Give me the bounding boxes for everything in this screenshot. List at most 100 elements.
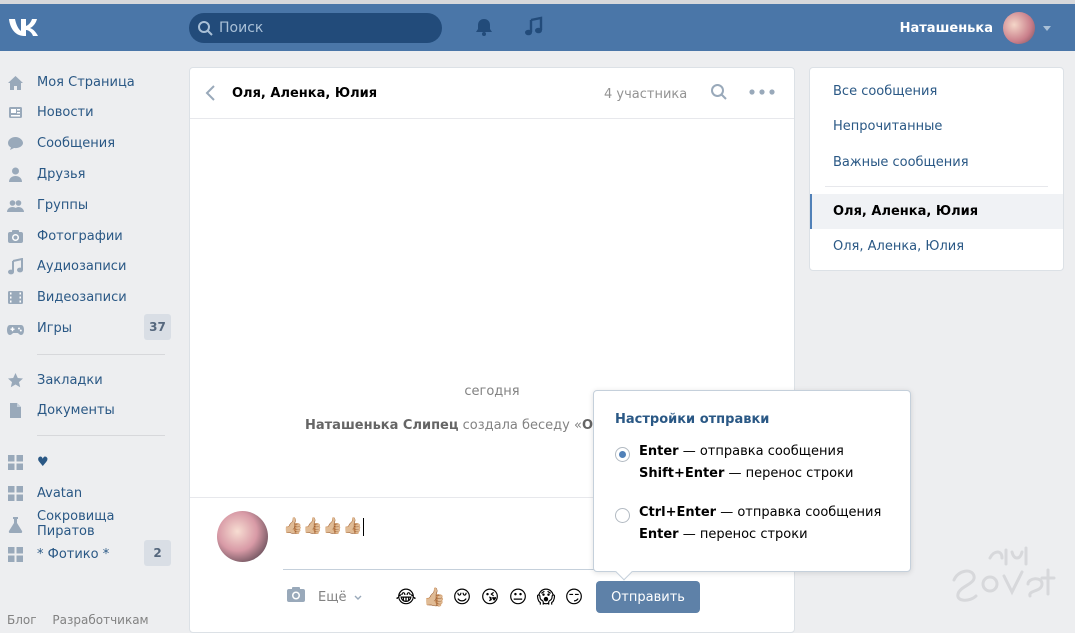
camera-icon[interactable] [286,586,306,603]
sidebar-item-12[interactable]: Avatan [0,478,175,508]
system-message-author[interactable]: Наташенька Слипец [305,418,459,433]
system-message: Наташенька Слипец создала беседу «Оля, А… [305,418,640,433]
sidebar-item-label: Документы [37,402,115,418]
emoji-button[interactable]: 😐 [507,587,529,609]
groups-icon [7,199,24,212]
option-key: Enter [639,444,679,459]
star-icon [8,372,23,387]
filter-unread[interactable]: Непрочитанные [810,109,1063,144]
sidebar-item-9[interactable]: Закладки [0,365,175,395]
system-message-text: создала беседу « [458,418,582,433]
filter-important[interactable]: Важные сообщения [810,145,1063,180]
watermark-logo [952,546,1056,602]
user-name: Наташенька [899,20,993,36]
avatar[interactable] [217,511,268,562]
sidebar-item-7[interactable]: Видеозаписи [0,282,175,312]
sidebar-item-10[interactable]: Документы [0,395,175,425]
count-badge: 37 [144,314,171,340]
members-count[interactable]: 4 участника [604,87,687,102]
camera-icon [8,229,23,243]
sidebar-item-label: Новости [37,104,94,120]
sidebar-item-8[interactable]: Игры 37 [0,313,175,343]
sidebar-item-label: Сокровища Пиратов [37,509,115,539]
more-attachments-button[interactable]: Ещё [318,590,346,605]
send-button[interactable]: Отправить [596,581,700,613]
option-key: Shift+Enter [639,466,725,481]
back-arrow-icon[interactable] [204,83,218,103]
messages-icon [8,136,23,150]
sidebar-item-0[interactable]: Моя Страница [0,67,175,97]
radio-button-selected[interactable] [615,447,630,462]
filter-all-messages[interactable]: Все сообщения [810,74,1063,109]
conversation-item[interactable]: Оля, Аленка, Юлия [810,229,1063,264]
sidebar-item-13[interactable]: Сокровища Пиратов [0,509,175,539]
sidebar-item-4[interactable]: Группы [0,190,175,220]
video-icon [8,290,23,304]
divider [37,354,165,355]
divider [37,435,165,436]
radio-button[interactable] [615,508,630,523]
option-text: — отправка сообщения [678,444,844,459]
sidebar-item-label: Моя Страница [37,74,135,90]
sidebar-item-1[interactable]: Новости [0,97,175,127]
footer-link-blog[interactable]: Блог [7,613,37,627]
emoji-quick-bar: 😂 👍🏼 😌 😘 😐 😱 😏 [395,587,585,609]
text-cursor [362,517,364,536]
sidebar-item-14[interactable]: * Фотико * 2 [0,539,175,569]
emoji-button[interactable]: 😂 [395,587,417,609]
avatar [1003,12,1035,44]
sidebar-item-label: ♥ [37,454,49,470]
vk-logo[interactable] [7,15,45,39]
sidebar-item-5[interactable]: Фотографии [0,221,175,251]
gamepad-icon [7,324,24,335]
chevron-down-icon[interactable] [354,595,362,601]
music-icon [8,257,23,274]
emoji-button[interactable]: 😌 [451,587,473,609]
sidebar-item-label: Группы [37,197,89,213]
sidebar-item-label: Видеозаписи [37,289,127,305]
app-grid-icon [8,454,23,470]
emoji-button[interactable]: 😱 [535,587,557,609]
chat-title[interactable]: Оля, Аленка, Юлия [232,86,377,101]
sidebar-item-2[interactable]: Сообщения [0,128,175,158]
sidebar-item-label: Друзья [37,166,86,182]
sidebar-item-label: Игры [37,320,73,336]
search-icon [198,21,213,36]
sidebar-item-label: * Фотико * [37,546,110,562]
message-input-value: 👍🏼👍🏼👍🏼👍🏼 [283,516,363,535]
more-dots-icon[interactable] [748,83,776,101]
emoji-button[interactable]: 😘 [479,587,501,609]
count-badge: 2 [144,540,171,566]
sidebar-item-6[interactable]: Аудиозаписи [0,251,175,281]
option-text: — перенос строки [724,466,854,481]
news-icon [9,106,22,118]
sidebar-item-11[interactable]: ♥ [0,447,175,477]
option-key: Enter [639,527,679,542]
document-icon [10,402,21,418]
emoji-button[interactable]: 😏 [563,587,585,609]
search-placeholder: Поиск [219,20,264,36]
bell-icon[interactable] [473,16,495,38]
user-menu[interactable]: Наташенька [900,8,1051,48]
emoji-button[interactable]: 👍🏼 [423,587,445,609]
sidebar-item-label: Закладки [37,372,103,388]
app-grid-icon [8,485,23,501]
search-icon[interactable] [710,83,728,101]
sidebar-item-3[interactable]: Друзья [0,159,175,189]
music-icon[interactable] [523,16,545,38]
footer-links: Блог Разработчикам [7,613,161,627]
message-input[interactable]: 👍🏼👍🏼👍🏼👍🏼 [283,510,595,570]
chat-header: Оля, Аленка, Юлия 4 участника [190,68,794,119]
top-header: Поиск Наташенька [0,0,1075,51]
flask-icon [8,516,23,533]
footer-link-developers[interactable]: Разработчикам [52,613,148,627]
sidebar-item-label: Сообщения [37,135,116,151]
option-key: Ctrl+Enter [639,505,717,520]
option-line-2: Shift+Enter — перенос строки [639,466,853,481]
sidebar-item-label: Аудиозаписи [37,258,127,274]
conversation-item-active[interactable]: Оля, Аленка, Юлия [810,194,1063,229]
sidebar-item-label: Фотографии [37,228,123,244]
search-box[interactable]: Поиск [189,13,442,43]
option-line-2: Enter — перенос строки [639,527,808,542]
home-icon [8,75,23,90]
